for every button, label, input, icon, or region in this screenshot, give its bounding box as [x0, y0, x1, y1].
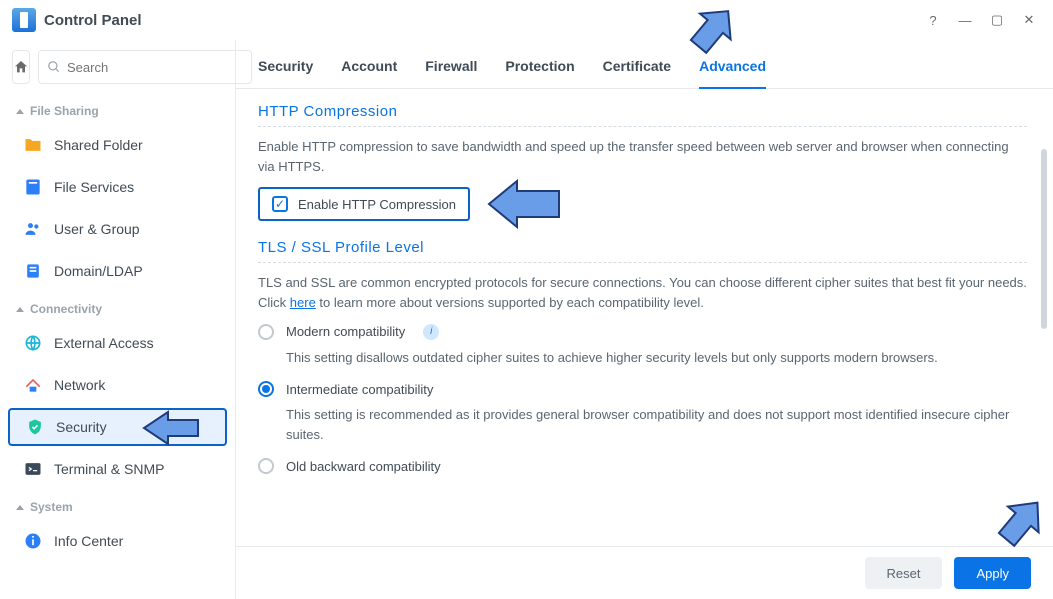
enable-http-compression-checkbox[interactable]: ✓ Enable HTTP Compression	[258, 187, 470, 221]
search-box[interactable]	[38, 50, 252, 84]
sidebar-item-domain-ldap[interactable]: Domain/LDAP	[8, 252, 227, 290]
tls-profile-title: TLS / SSL Profile Level	[258, 239, 1027, 263]
modern-caption: This setting disallows outdated cipher s…	[286, 348, 1027, 368]
radio-icon	[258, 458, 274, 474]
folder-icon	[22, 134, 44, 156]
users-icon	[22, 218, 44, 240]
tab-account[interactable]: Account	[341, 58, 397, 88]
tab-certificate[interactable]: Certificate	[603, 58, 671, 88]
sidebar-item-external-access[interactable]: External Access	[8, 324, 227, 362]
section-label: File Sharing	[30, 104, 99, 118]
title-bar: Control Panel ? — ▢ ✕	[0, 0, 1053, 40]
shield-icon	[24, 416, 46, 438]
sidebar-item-label: Security	[56, 419, 107, 435]
checkbox-checked-icon: ✓	[272, 196, 288, 212]
http-compression-title: HTTP Compression	[258, 103, 1027, 127]
sidebar-item-shared-folder[interactable]: Shared Folder	[8, 126, 227, 164]
radio-icon	[258, 324, 274, 340]
radio-label: Intermediate compatibility	[286, 382, 433, 397]
sidebar-item-label: Info Center	[54, 533, 123, 549]
sidebar-item-label: Shared Folder	[54, 137, 143, 153]
close-button[interactable]: ✕	[1017, 8, 1041, 32]
section-label: System	[30, 500, 73, 514]
radio-intermediate-compatibility[interactable]: Intermediate compatibility	[258, 381, 1027, 397]
sidebar-item-user-group[interactable]: User & Group	[8, 210, 227, 248]
globe-icon	[22, 332, 44, 354]
help-button[interactable]: ?	[921, 8, 945, 32]
app-icon	[12, 8, 36, 32]
checkbox-label: Enable HTTP Compression	[298, 197, 456, 212]
tls-profile-desc: TLS and SSL are common encrypted protoco…	[258, 273, 1027, 313]
sidebar-item-label: File Services	[54, 179, 134, 195]
section-label: Connectivity	[30, 302, 102, 316]
apply-button[interactable]: Apply	[954, 557, 1031, 589]
sidebar-item-security[interactable]: Security	[8, 408, 227, 446]
sidebar-item-file-services[interactable]: File Services	[8, 168, 227, 206]
tab-protection[interactable]: Protection	[505, 58, 574, 88]
radio-label: Modern compatibility	[286, 324, 405, 339]
home-icon	[13, 59, 29, 75]
main-panel: Security Account Firewall Protection Cer…	[236, 40, 1053, 599]
minimize-button[interactable]: —	[953, 8, 977, 32]
learn-more-link[interactable]: here	[290, 295, 316, 310]
sidebar: File Sharing Shared Folder File Services…	[0, 40, 236, 599]
sidebar-item-terminal-snmp[interactable]: Terminal & SNMP	[8, 450, 227, 488]
intermediate-caption: This setting is recommended as it provid…	[286, 405, 1027, 444]
tab-firewall[interactable]: Firewall	[425, 58, 477, 88]
sidebar-item-network[interactable]: Network	[8, 366, 227, 404]
tls-desc-suffix: to learn more about versions supported b…	[316, 295, 704, 310]
file-services-icon	[22, 176, 44, 198]
chevron-up-icon	[16, 109, 24, 114]
tab-advanced[interactable]: Advanced	[699, 58, 766, 88]
reset-button[interactable]: Reset	[865, 557, 943, 589]
annotation-arrow-icon	[138, 410, 200, 446]
annotation-arrow-icon	[483, 179, 563, 229]
sidebar-item-label: Terminal & SNMP	[54, 461, 164, 477]
tab-security[interactable]: Security	[258, 58, 313, 88]
chevron-up-icon	[16, 307, 24, 312]
window-title: Control Panel	[44, 12, 142, 29]
domain-icon	[22, 260, 44, 282]
info-badge-icon[interactable]: i	[423, 324, 439, 340]
section-file-sharing[interactable]: File Sharing	[0, 94, 235, 124]
sidebar-item-label: External Access	[54, 335, 154, 351]
maximize-button[interactable]: ▢	[985, 8, 1009, 32]
sidebar-item-label: Domain/LDAP	[54, 263, 143, 279]
home-button[interactable]	[12, 50, 30, 84]
radio-selected-icon	[258, 381, 274, 397]
radio-modern-compatibility[interactable]: Modern compatibility i	[258, 324, 1027, 340]
sidebar-item-label: User & Group	[54, 221, 140, 237]
section-connectivity[interactable]: Connectivity	[0, 292, 235, 322]
section-system[interactable]: System	[0, 490, 235, 520]
info-icon	[22, 530, 44, 552]
search-input[interactable]	[67, 60, 243, 75]
footer: Reset Apply	[236, 546, 1053, 599]
network-icon	[22, 374, 44, 396]
http-compression-desc: Enable HTTP compression to save bandwidt…	[258, 137, 1027, 177]
radio-label: Old backward compatibility	[286, 459, 441, 474]
tab-bar: Security Account Firewall Protection Cer…	[236, 40, 1053, 89]
radio-old-compatibility[interactable]: Old backward compatibility	[258, 458, 1027, 474]
search-icon	[47, 60, 61, 74]
sidebar-item-label: Network	[54, 377, 105, 393]
scrollbar[interactable]	[1041, 149, 1047, 329]
sidebar-item-info-center[interactable]: Info Center	[8, 522, 227, 560]
chevron-up-icon	[16, 505, 24, 510]
content-area: HTTP Compression Enable HTTP compression…	[236, 89, 1053, 546]
terminal-icon	[22, 458, 44, 480]
